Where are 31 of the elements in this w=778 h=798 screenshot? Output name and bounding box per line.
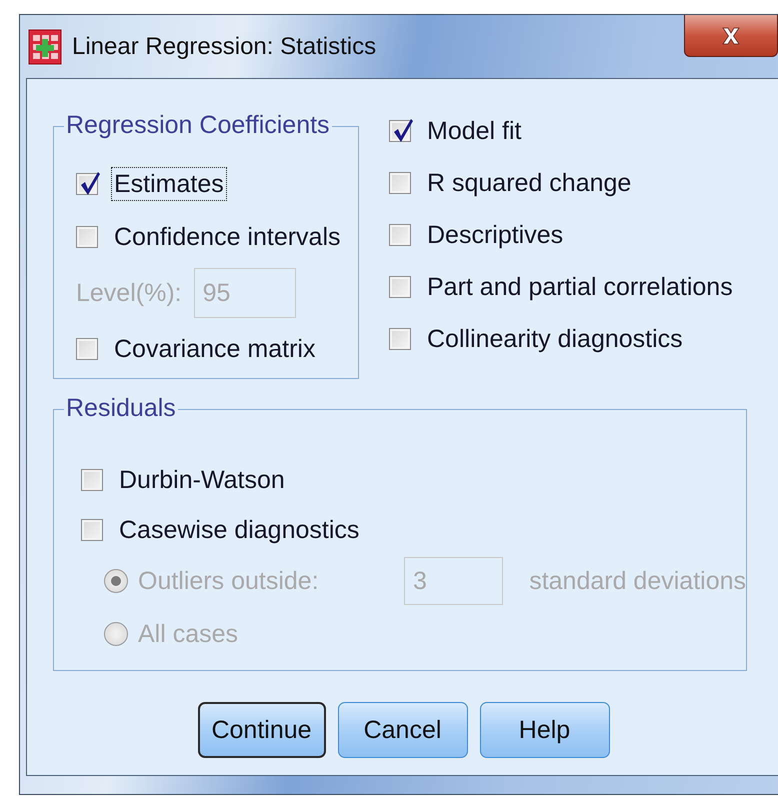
checkbox[interactable]: [81, 469, 103, 491]
field-label: Level(%):: [76, 278, 182, 308]
checkbox-label: Part and partial correlations: [426, 272, 734, 303]
checkbox-label: Covariance matrix: [113, 334, 316, 365]
checkbox[interactable]: [389, 328, 411, 350]
dialog-button[interactable]: Help: [480, 702, 610, 758]
checkbox-label: Collinearity diagnostics: [426, 324, 684, 355]
checkbox-label: Confidence intervals: [113, 222, 342, 253]
checkbox-label: Casewise diagnostics: [118, 515, 360, 546]
checkbox[interactable]: [389, 172, 411, 194]
checkbox-label: Descriptives: [426, 220, 564, 251]
checkbox[interactable]: [76, 226, 98, 248]
checkbox[interactable]: [389, 120, 411, 142]
close-icon: [720, 26, 742, 44]
checkbox[interactable]: [389, 276, 411, 298]
checkbox-label: Model fit: [426, 116, 522, 147]
checkbox[interactable]: [76, 172, 98, 194]
close-button[interactable]: [684, 15, 778, 57]
app-icon: [28, 28, 62, 64]
checkbox-label: Durbin-Watson: [118, 465, 286, 496]
checkbox[interactable]: [76, 338, 98, 360]
checkbox-label: R squared change: [426, 168, 632, 199]
checkbox[interactable]: [81, 519, 103, 541]
dialog-button[interactable]: Cancel: [338, 702, 468, 758]
checkbox-label: Estimates: [111, 166, 227, 200]
window-title: Linear Regression: Statistics: [72, 32, 376, 60]
unit-label: standard deviations: [529, 566, 746, 596]
dialog-button[interactable]: Continue: [198, 702, 326, 758]
checkbox[interactable]: [389, 224, 411, 246]
radio-label: Outliers outside:: [138, 566, 319, 596]
radio-label: All cases: [138, 620, 238, 648]
